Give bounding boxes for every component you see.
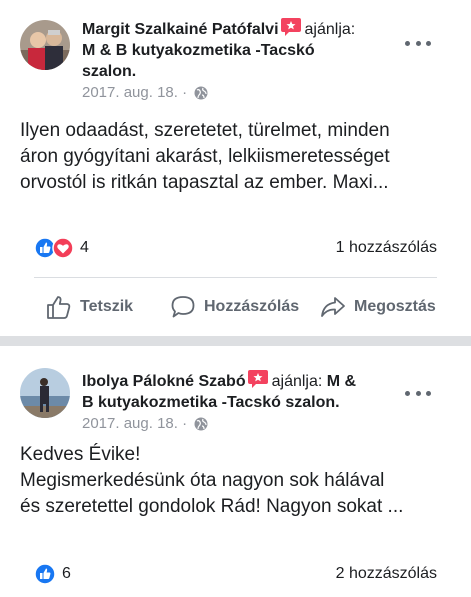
post-header: Ibolya Pálokné Szabó ajánlja: M & B kutya… [82,370,392,434]
recommend-icon [247,370,268,388]
page-name-cont[interactable]: szalon. [82,63,136,80]
body-line: Megismerkedésünk óta nagyon sok hálával [20,470,385,491]
dot-icon [415,390,421,396]
meta-separator: · [182,415,188,432]
love-reaction-icon [52,237,74,259]
reaction-summary[interactable]: 6 [34,562,71,586]
like-reaction-icon [34,563,56,585]
post-separator [0,336,471,346]
divider [34,277,437,278]
post-body[interactable]: Ilyen odaadást, szeretetet, türelmet, mi… [20,118,451,196]
like-button[interactable]: Tetszik [46,294,133,320]
reaction-summary[interactable]: 4 [34,236,89,260]
recommend-icon [280,18,301,36]
like-label: Tetszik [80,298,134,315]
reaction-count: 4 [80,239,89,256]
comment-count[interactable]: 1 hozzászólás [336,236,437,260]
post-card: Margit Szalkainé Patófalvi ajánlja: M & B… [0,0,471,336]
more-options-button[interactable] [405,33,431,53]
author-name[interactable]: Margit Szalkainé Patófalvi [82,21,279,38]
post-meta: 2017. aug. 18. · [82,415,208,432]
body-line: áron gyógyítani akarást, lelkiismeretess… [20,146,390,167]
body-line: Kedves Évike! [20,444,141,465]
dot-icon [405,390,410,396]
globe-icon [194,417,208,431]
recommends-label: ajánlja: [304,21,356,38]
body-line: és szeretettel gondolok Rád! Nagyon soka… [20,496,404,517]
comment-count[interactable]: 2 hozzászólás [336,562,437,586]
reaction-count: 6 [62,565,71,582]
share-label: Megosztás [354,298,436,315]
author-name[interactable]: Ibolya Pálokné Szabó [82,373,246,390]
page-name[interactable]: M & B kutyakozmetika -Tacskó [82,42,315,59]
dot-icon [426,40,431,46]
body-line: orvostól is ritkán tapasztal az ember. M… [20,172,389,193]
dot-icon [415,40,421,46]
globe-icon [194,86,208,100]
recommends-label: ajánlja: [271,373,323,390]
post-header: Margit Szalkainé Patófalvi ajánlja: M & B… [82,18,392,103]
post-date[interactable]: 2017. aug. 18. [82,84,178,101]
avatar[interactable] [20,20,70,70]
post-meta: 2017. aug. 18. · [82,84,208,101]
avatar[interactable] [20,368,70,418]
action-bar: Tetszik Hozzászólás Megosztás [0,287,471,327]
comment-button[interactable]: Hozzászólás [170,294,299,320]
share-button[interactable]: Megosztás [320,294,436,320]
page-name[interactable]: M & [327,373,356,390]
share-icon [321,297,345,317]
post-card: Ibolya Pálokné Szabó ajánlja: M & B kutya… [0,346,471,597]
meta-separator: · [182,84,188,101]
body-line: Ilyen odaadást, szeretetet, türelmet, mi… [20,120,390,141]
more-options-button[interactable] [405,383,431,403]
dot-icon [426,390,431,396]
page-name-cont[interactable]: B kutyakozmetika -Tacskó szalon. [82,394,340,411]
thumbs-up-icon [47,296,71,319]
comment-label: Hozzászólás [204,298,300,315]
dot-icon [405,40,410,46]
post-body[interactable]: Kedves Évike! Megismerkedésünk óta nagyo… [20,442,451,520]
post-date[interactable]: 2017. aug. 18. [82,415,178,432]
comment-icon [171,296,195,318]
